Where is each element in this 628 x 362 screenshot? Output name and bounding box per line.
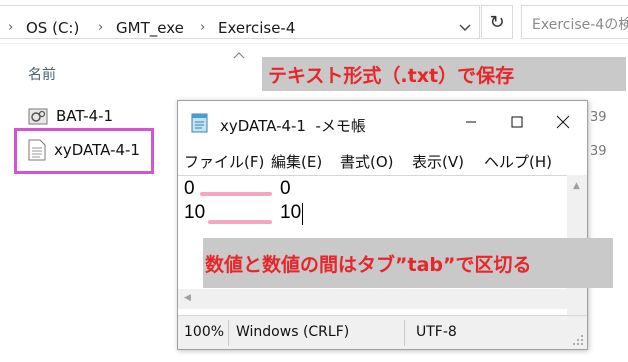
- annotation-save-as-txt: テキスト形式（.txt）で保存: [262, 57, 626, 91]
- menu-view[interactable]: 表示(V): [412, 151, 464, 172]
- line-1-x: 0: [184, 178, 195, 199]
- status-bar: 100% Windows (CRLF) UTF-8: [178, 315, 587, 349]
- menu-edit[interactable]: 編集(E): [271, 151, 322, 172]
- maximize-icon: [511, 116, 523, 128]
- file-name: BAT-4-1: [56, 107, 114, 125]
- scroll-left-icon[interactable]: ◀: [184, 293, 191, 303]
- close-button[interactable]: [540, 101, 586, 143]
- batch-file-icon: [28, 108, 48, 125]
- file-highlight-box: [14, 128, 154, 174]
- file-date: 39: [590, 110, 607, 125]
- scroll-up-icon[interactable]: ▲: [573, 181, 580, 191]
- zoom-level: 100%: [184, 324, 225, 340]
- chevron-right-icon: ›: [98, 20, 104, 35]
- menu-format[interactable]: 書式(O): [340, 151, 394, 172]
- column-header-name[interactable]: 名前: [28, 64, 56, 84]
- refresh-icon: ↻: [489, 11, 505, 33]
- encoding: UTF-8: [416, 324, 457, 340]
- sort-up-icon[interactable]: [232, 50, 246, 60]
- tab-marker: [200, 192, 272, 196]
- file-item-bat[interactable]: BAT-4-1: [28, 104, 113, 128]
- chevron-right-icon: ›: [8, 20, 14, 35]
- line-2-x: 10: [184, 202, 206, 223]
- chevron-right-icon: ›: [200, 20, 206, 35]
- menu-file[interactable]: ファイル(F): [184, 151, 264, 172]
- refresh-button[interactable]: ↻: [481, 5, 513, 39]
- menu-help[interactable]: ヘルプ(H): [484, 151, 552, 172]
- line-2-y: 10: [280, 202, 302, 223]
- breadcrumb-current[interactable]: Exercise-4: [218, 19, 295, 37]
- line-1-y: 0: [280, 178, 291, 199]
- notepad-window: xyDATA-4-1 -メモ帳 ファイル(F) 編集(E) 書式(O) 表示(V…: [177, 100, 588, 350]
- address-toolbar: › OS (C:) › GMT_exe › Exercise-4 ↻ Exerc…: [0, 0, 628, 44]
- status-divider: [404, 320, 405, 346]
- breadcrumb-folder[interactable]: GMT_exe: [116, 19, 184, 37]
- tab-marker: [208, 220, 272, 224]
- text-caret: [302, 203, 303, 225]
- window-title: xyDATA-4-1 -メモ帳: [220, 117, 366, 135]
- address-box[interactable]: › OS (C:) › GMT_exe › Exercise-4: [0, 5, 480, 39]
- menu-bar: ファイル(F) 編集(E) 書式(O) 表示(V) ヘルプ(H): [178, 145, 587, 175]
- status-divider: [228, 320, 229, 346]
- notepad-titlebar[interactable]: xyDATA-4-1 -メモ帳: [178, 101, 587, 143]
- notepad-icon: [191, 113, 208, 133]
- minimize-icon: [466, 121, 476, 123]
- annotation-tab-separated: 数値と数値の間はタブ”tab”で区切る: [203, 238, 613, 288]
- file-date: 39: [590, 144, 607, 159]
- close-icon: [556, 115, 570, 129]
- search-input[interactable]: Exercise-4の検: [521, 5, 628, 39]
- chevron-down-icon[interactable]: [456, 18, 474, 36]
- resize-grip-icon[interactable]: [572, 334, 584, 346]
- horizontal-scrollbar[interactable]: ◀: [178, 289, 567, 309]
- breadcrumb-drive[interactable]: OS (C:): [26, 19, 79, 37]
- maximize-button[interactable]: [494, 101, 540, 143]
- minimize-button[interactable]: [448, 101, 494, 143]
- line-ending: Windows (CRLF): [236, 324, 350, 340]
